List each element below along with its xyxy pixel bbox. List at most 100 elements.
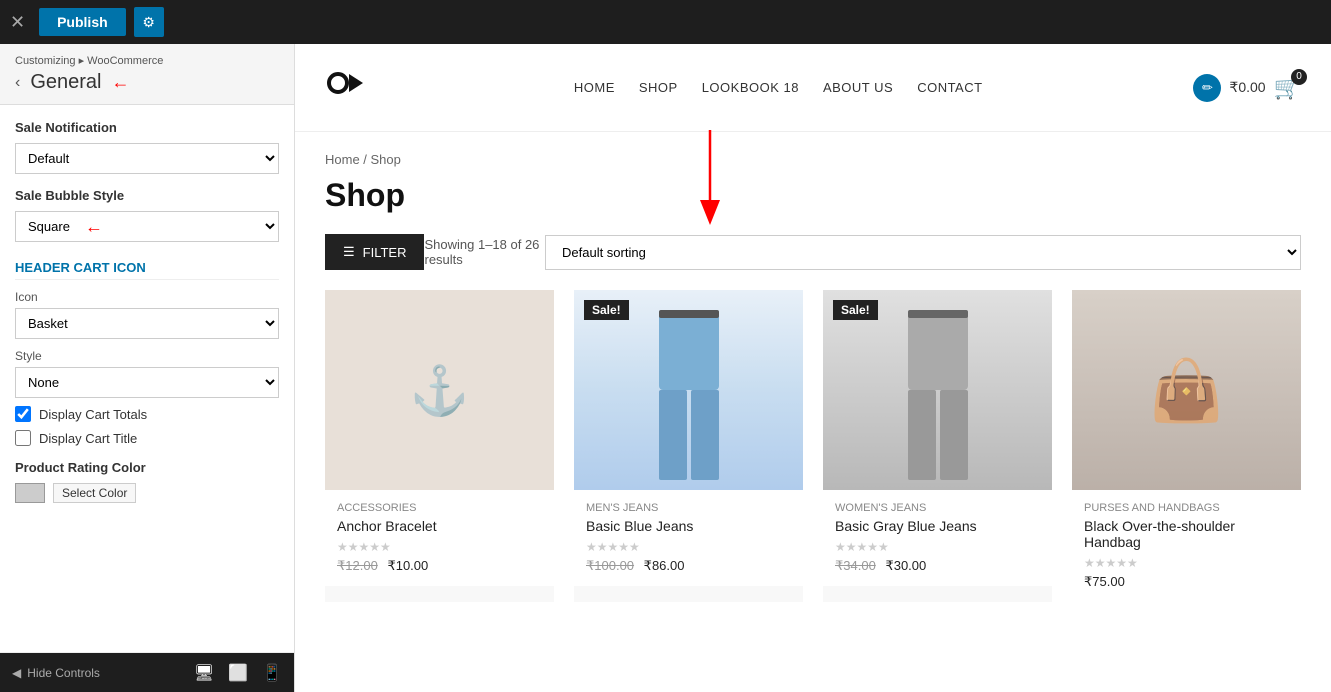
sale-notification-label: Sale Notification (15, 120, 279, 135)
product-stars-3: ★★★★★ (835, 540, 1040, 554)
product-price-1: ₹12.00 ₹10.00 (337, 558, 542, 574)
nav-lookbook[interactable]: LOOKBOOK 18 (702, 80, 799, 95)
sale-badge-2: Sale! (584, 300, 629, 320)
cart-icon-wrapper[interactable]: 🛒 0 (1274, 75, 1301, 101)
nav-home[interactable]: HOME (574, 80, 615, 95)
panel-title: General (30, 71, 101, 94)
product-name-4[interactable]: Black Over-the-shoulder Handbag (1084, 518, 1289, 550)
product-category-1: Accessories (337, 502, 542, 514)
handbag-thumbnail (1072, 290, 1301, 490)
jeans-blue-thumbnail (574, 290, 803, 490)
publish-button[interactable]: Publish (39, 8, 126, 36)
product-stars-4: ★★★★★ (1084, 556, 1289, 570)
site-header: HOME SHOP LOOKBOOK 18 ABOUT US CONTACT ✏… (295, 44, 1331, 132)
sale-notification-select[interactable]: Default (15, 143, 279, 174)
breadcrumb-trail: Home / Shop (325, 152, 1301, 167)
new-price-3: ₹30.00 (885, 558, 926, 573)
display-cart-totals-label[interactable]: Display Cart Totals (39, 407, 147, 422)
icon-field-label: Icon (15, 290, 279, 304)
mobile-icon[interactable]: 📱 (262, 663, 282, 683)
nav-contact[interactable]: CONTACT (917, 80, 982, 95)
pencil-edit-icon[interactable]: ✏ (1193, 74, 1221, 102)
gray-jeans-figure-svg (898, 310, 978, 490)
display-cart-totals-checkbox[interactable] (15, 406, 31, 422)
old-price-3: ₹34.00 (835, 558, 876, 573)
new-price-4: ₹75.00 (1084, 574, 1125, 589)
icon-select[interactable]: Basket Cart Bag (15, 308, 279, 339)
breadcrumb: Customizing ▸ WooCommerce (15, 54, 279, 67)
product-rating-color-label: Product Rating Color (15, 460, 279, 475)
product-image-4 (1072, 290, 1301, 490)
jeans-figure-svg (649, 310, 729, 490)
gear-button[interactable]: ⚙ (134, 7, 164, 37)
main-layout: Customizing ▸ WooCommerce ‹ General ← Sa… (0, 44, 1331, 692)
nav-about[interactable]: ABOUT US (823, 80, 893, 95)
new-price-2: ₹86.00 (644, 558, 685, 573)
shop-content: Home / Shop Shop ☰ FILTER Showing 1–18 o… (295, 132, 1331, 692)
color-picker-row: Select Color (15, 483, 279, 503)
shop-toolbar: ☰ FILTER Showing 1–18 of 26 results Defa… (325, 234, 1301, 270)
product-info-2: Men's Jeans Basic Blue Jeans ★★★★★ ₹100.… (574, 490, 803, 586)
color-swatch[interactable] (15, 483, 45, 503)
left-panel: Customizing ▸ WooCommerce ‹ General ← Sa… (0, 44, 295, 692)
product-category-4: Purses And Handbags (1084, 502, 1289, 514)
logo-icon (325, 64, 363, 102)
product-info-1: Accessories Anchor Bracelet ★★★★★ ₹12.00… (325, 490, 554, 586)
site-logo (325, 64, 363, 112)
sorting-select[interactable]: Default sorting (545, 235, 1301, 270)
old-price-2: ₹100.00 (586, 558, 634, 573)
display-cart-title-checkbox[interactable] (15, 430, 31, 446)
header-cart-icon-title: HEADER CART ICON (15, 260, 279, 280)
product-name-3[interactable]: Basic Gray Blue Jeans (835, 518, 1040, 534)
admin-bar: ✕ Publish ⚙ (0, 0, 1331, 44)
showing-results-text: Showing 1–18 of 26 results (424, 237, 545, 267)
gear-icon: ⚙ (142, 14, 155, 31)
filter-label: FILTER (363, 245, 407, 260)
panel-title-row: ‹ General ← (15, 71, 279, 94)
desktop-icon[interactable]: 🖥 (194, 663, 214, 683)
sale-bubble-style-label: Sale Bubble Style (15, 188, 279, 203)
product-info-4: Purses And Handbags Black Over-the-shoul… (1072, 490, 1301, 602)
sale-bubble-select-wrapper: Square Circle None ← (15, 211, 279, 242)
product-name-2[interactable]: Basic Blue Jeans (586, 518, 791, 534)
product-category-3: Women's Jeans (835, 502, 1040, 514)
hide-controls-label: Hide Controls (27, 666, 100, 680)
product-name-1[interactable]: Anchor Bracelet (337, 518, 542, 534)
style-field-label: Style (15, 349, 279, 363)
close-button[interactable]: ✕ (10, 12, 25, 33)
product-price-3: ₹34.00 ₹30.00 (835, 558, 1040, 574)
page-heading: Shop (325, 177, 1301, 214)
product-price-2: ₹100.00 ₹86.00 (586, 558, 791, 574)
preview-area: HOME SHOP LOOKBOOK 18 ABOUT US CONTACT ✏… (295, 44, 1331, 692)
product-price-4: ₹75.00 (1084, 574, 1289, 590)
hide-controls-arrow-icon: ◀ (12, 666, 21, 680)
cart-area: ✏ ₹0.00 🛒 0 (1193, 74, 1301, 102)
filter-icon: ☰ (343, 244, 355, 260)
jeans-gray-thumbnail (823, 290, 1052, 490)
cart-count-badge: 0 (1291, 69, 1307, 85)
title-arrow-indicator: ← (111, 72, 129, 93)
select-color-button[interactable]: Select Color (53, 483, 136, 503)
product-grid: Accessories Anchor Bracelet ★★★★★ ₹12.00… (325, 290, 1301, 602)
product-image-2: Sale! (574, 290, 803, 490)
hide-controls-button[interactable]: ◀ Hide Controls (12, 666, 100, 680)
product-image-3: Sale! (823, 290, 1052, 490)
panel-header: Customizing ▸ WooCommerce ‹ General ← (0, 44, 294, 105)
product-image-1 (325, 290, 554, 490)
product-card-3: Sale! Women's Jeans Basic Gray Blue Jean… (823, 290, 1052, 602)
product-info-3: Women's Jeans Basic Gray Blue Jeans ★★★★… (823, 490, 1052, 586)
site-nav: HOME SHOP LOOKBOOK 18 ABOUT US CONTACT (574, 80, 983, 95)
new-price-1: ₹10.00 (387, 558, 428, 573)
filter-button[interactable]: ☰ FILTER (325, 234, 424, 270)
display-cart-title-label[interactable]: Display Cart Title (39, 431, 137, 446)
sale-badge-3: Sale! (833, 300, 878, 320)
cart-price: ₹0.00 (1229, 79, 1265, 96)
tablet-icon[interactable]: ⬜ (228, 663, 248, 683)
bottom-bar: ◀ Hide Controls 🖥 ⬜ 📱 (0, 652, 294, 692)
product-category-2: Men's Jeans (586, 502, 791, 514)
sale-bubble-style-select[interactable]: Square Circle None (15, 211, 279, 242)
back-button[interactable]: ‹ (15, 74, 20, 92)
style-select[interactable]: None Filled Outline (15, 367, 279, 398)
nav-shop[interactable]: SHOP (639, 80, 678, 95)
product-stars-1: ★★★★★ (337, 540, 542, 554)
